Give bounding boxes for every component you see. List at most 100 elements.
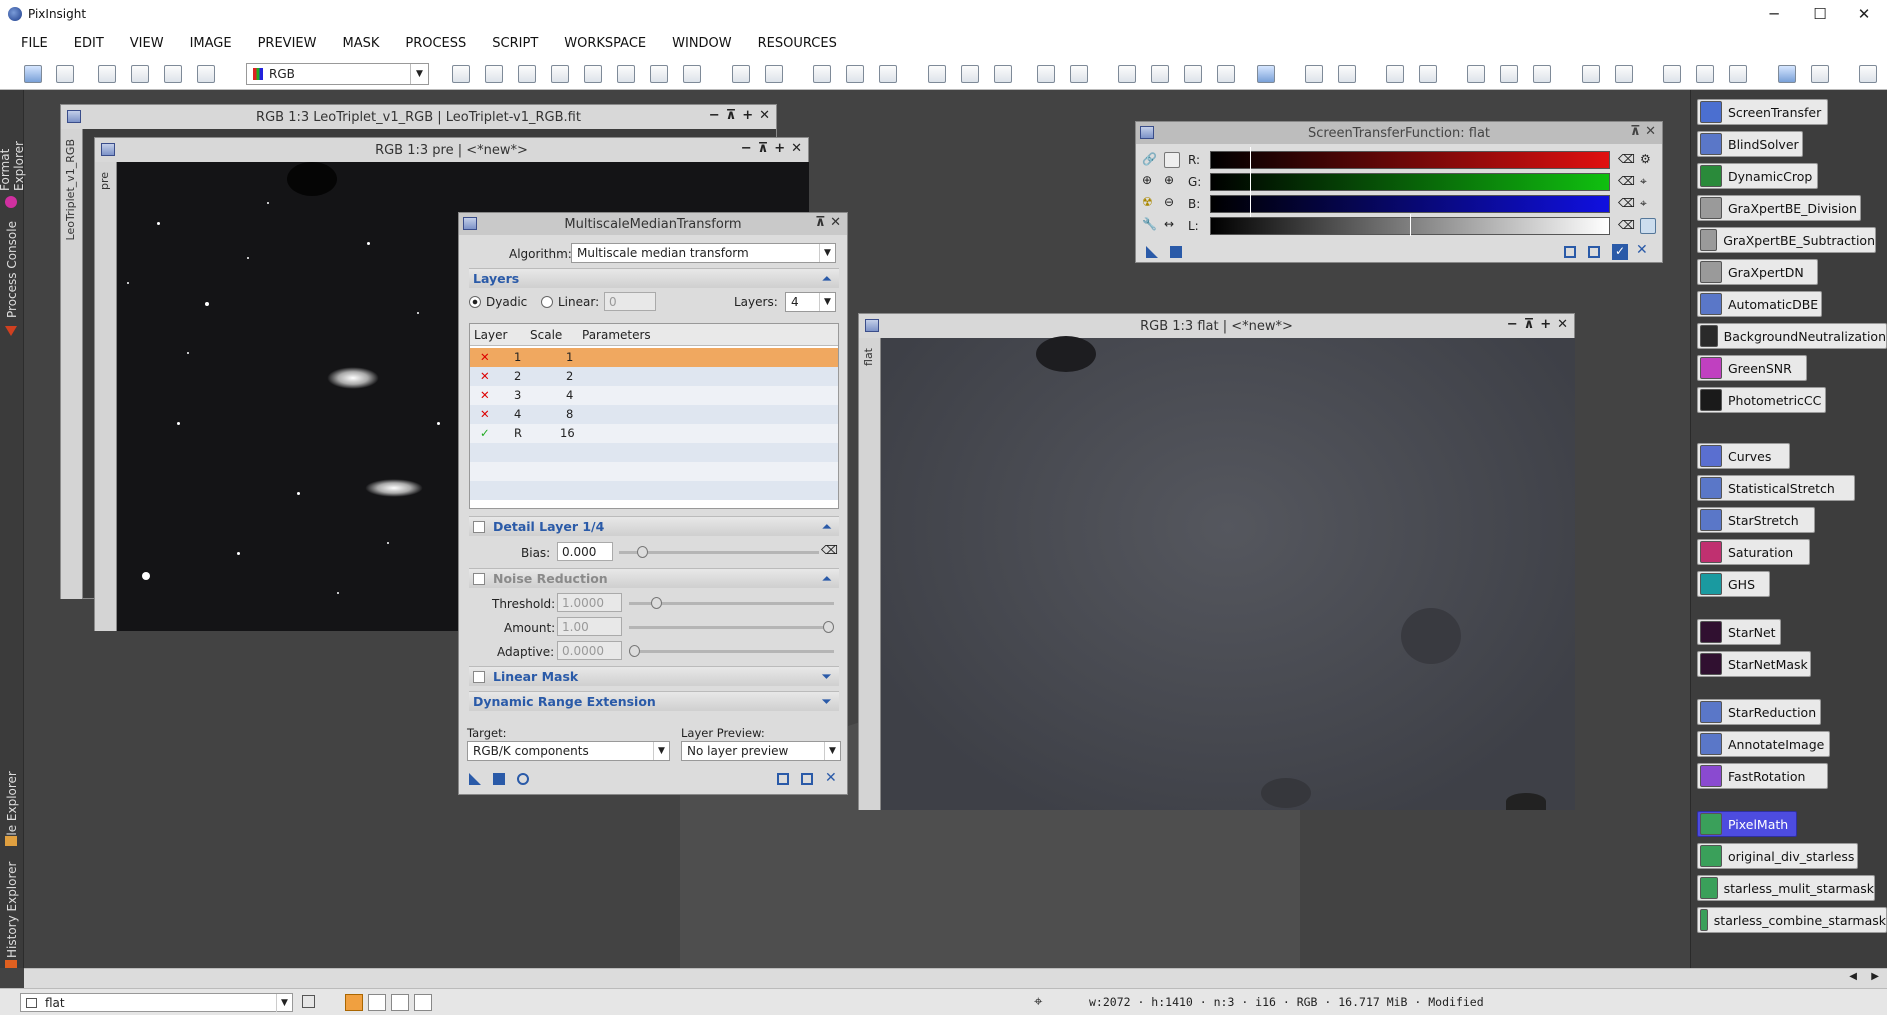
horizontal-scrollbar[interactable]: ◀ ▶ bbox=[24, 968, 1887, 988]
iconize-button[interactable]: ⊼ bbox=[1524, 317, 1535, 332]
channel-b-icon[interactable] bbox=[1533, 65, 1551, 83]
process-icon-original-div-starless[interactable]: original_div_starless bbox=[1697, 843, 1858, 869]
bias-slider[interactable] bbox=[619, 546, 819, 558]
layer-disabled-icon[interactable]: ✕ bbox=[480, 388, 490, 402]
apply-icon[interactable] bbox=[493, 773, 505, 785]
reset-r-icon[interactable]: ⌫ bbox=[1618, 152, 1635, 168]
center-mode-icon[interactable] bbox=[584, 65, 602, 83]
process-icon-dynamiccrop[interactable]: DynamicCrop bbox=[1697, 163, 1818, 189]
stf-title-bar[interactable]: ScreenTransferFunction: flat ⊼ ✕ bbox=[1136, 122, 1662, 144]
process-icon-fastrotation[interactable]: FastRotation bbox=[1697, 763, 1828, 789]
menu-workspace[interactable]: WORKSPACE bbox=[551, 36, 659, 51]
horizontal-arrows-icon[interactable]: ↔ bbox=[1164, 217, 1180, 233]
detail-layer-checkbox[interactable] bbox=[473, 520, 485, 533]
tab-process-console[interactable]: Process Console bbox=[2, 220, 22, 320]
process-icon-screentransfer[interactable]: ScreenTransfer bbox=[1697, 99, 1828, 125]
process-icon-graxpertbe-division[interactable]: GraXpertBE_Division bbox=[1697, 195, 1861, 221]
mask-enable-icon[interactable] bbox=[1151, 65, 1169, 83]
process-icon-pixelmath[interactable]: PixelMath bbox=[1697, 811, 1797, 837]
adaptive-slider[interactable] bbox=[629, 645, 834, 657]
close-button[interactable]: ✕ bbox=[1841, 0, 1887, 28]
process-icon-graxpertbe-subtraction[interactable]: GraXpertBE_Subtraction bbox=[1697, 227, 1876, 253]
process-icon-graxpertdn[interactable]: GraXpertDN bbox=[1697, 259, 1818, 285]
crosshair-alt-icon[interactable]: ⌖ bbox=[1640, 196, 1656, 212]
image-refresh-icon[interactable] bbox=[131, 65, 149, 83]
link-channels-icon[interactable]: 🔗 bbox=[1142, 152, 1158, 168]
zoom-1-1-icon[interactable] bbox=[813, 65, 831, 83]
close-button[interactable]: ✕ bbox=[759, 108, 770, 123]
scroll-right-icon[interactable]: ▶ bbox=[1871, 971, 1879, 982]
slider-handle[interactable] bbox=[629, 645, 640, 657]
stf-slider-r[interactable] bbox=[1210, 151, 1610, 169]
iconize-button[interactable]: ⊼ bbox=[815, 215, 826, 230]
window-title-bar[interactable]: RGB 1:3 LeoTriplet_v1_RGB | LeoTriplet-v… bbox=[61, 105, 776, 129]
workspace-3-icon[interactable] bbox=[1859, 65, 1877, 83]
process-icon-blindsolver[interactable]: BlindSolver bbox=[1697, 131, 1803, 157]
zoom-in-icon[interactable]: ⊕ bbox=[1142, 173, 1158, 189]
duplicate-icon[interactable] bbox=[98, 65, 116, 83]
stf-linked-icon[interactable] bbox=[1338, 65, 1356, 83]
table-row[interactable]: ✕ 1 1 bbox=[470, 348, 838, 367]
zoom-frame-icon[interactable] bbox=[414, 994, 432, 1011]
image-window-flat[interactable]: RGB 1:3 flat | <*new*> − ⊼ + ✕ flat bbox=[858, 313, 1575, 810]
new-preview-icon[interactable] bbox=[617, 65, 635, 83]
menu-script[interactable]: SCRIPT bbox=[479, 36, 551, 51]
close-button[interactable]: ✕ bbox=[1645, 124, 1656, 139]
slider-handle[interactable] bbox=[823, 621, 834, 633]
adaptive-input[interactable]: 0.0000 bbox=[557, 641, 622, 660]
mask-remove-icon[interactable] bbox=[1217, 65, 1235, 83]
apply-icon[interactable] bbox=[1170, 246, 1182, 258]
script-editor-icon[interactable] bbox=[1615, 65, 1633, 83]
redo-icon[interactable] bbox=[56, 65, 74, 83]
menu-mask[interactable]: MASK bbox=[329, 36, 392, 51]
process-icon-starstretch[interactable]: StarStretch bbox=[1697, 507, 1815, 533]
table-row[interactable]: ✕ 4 8 bbox=[470, 405, 838, 424]
real-time-preview-icon[interactable] bbox=[777, 773, 789, 785]
table-row[interactable]: ✕ 2 2 bbox=[470, 367, 838, 386]
pan-mode-icon[interactable] bbox=[551, 65, 569, 83]
full-screen-icon[interactable] bbox=[1070, 65, 1088, 83]
process-icon-curves[interactable]: Curves bbox=[1697, 443, 1790, 469]
zoom-to-fit-icon[interactable] bbox=[485, 65, 503, 83]
stf-24bit-icon[interactable] bbox=[1419, 65, 1437, 83]
channel-r-icon[interactable] bbox=[1467, 65, 1485, 83]
maximize-button[interactable]: + bbox=[1540, 317, 1551, 332]
zoom-2-1-icon[interactable] bbox=[846, 65, 864, 83]
auto-stretch-icon[interactable]: ☢ bbox=[1142, 195, 1158, 211]
history-explorer-icon[interactable] bbox=[1729, 65, 1747, 83]
noise-reduction-section-header[interactable]: Noise Reduction ⏶ bbox=[469, 568, 839, 588]
layer-enabled-icon[interactable]: ✓ bbox=[480, 426, 490, 440]
color-channels-icon[interactable] bbox=[164, 65, 182, 83]
menu-process[interactable]: PROCESS bbox=[392, 36, 479, 51]
linear-radio[interactable] bbox=[541, 296, 553, 308]
process-icon-ghs[interactable]: GHS bbox=[1697, 571, 1770, 597]
table-row[interactable]: ✕ 3 4 bbox=[470, 386, 838, 405]
window-title-bar[interactable]: RGB 1:3 flat | <*new*> − ⊼ + ✕ bbox=[859, 314, 1574, 338]
linear-mask-checkbox[interactable] bbox=[473, 670, 485, 683]
process-icon-automaticdbe[interactable]: AutomaticDBE bbox=[1697, 291, 1822, 317]
apply-global-icon[interactable] bbox=[517, 773, 529, 785]
process-icon-backgroundneutralization[interactable]: BackgroundNeutralization bbox=[1697, 323, 1887, 349]
l-midtones-marker[interactable] bbox=[1410, 214, 1411, 236]
layer-disabled-icon[interactable]: ✕ bbox=[480, 369, 490, 383]
stf-toggle-icon[interactable] bbox=[1257, 65, 1275, 83]
window-title-bar[interactable]: RGB 1:3 pre | <*new*> − ⊼ + ✕ bbox=[95, 138, 808, 162]
new-instance-icon[interactable] bbox=[1146, 246, 1158, 258]
edit-preview-icon[interactable] bbox=[650, 65, 668, 83]
mmt-title-bar[interactable]: MultiscaleMedianTransform ⊼ ✕ bbox=[459, 213, 847, 235]
iconize-button[interactable]: ⊼ bbox=[726, 108, 737, 123]
preview-zoom-icon[interactable] bbox=[961, 65, 979, 83]
flat-frame-image[interactable] bbox=[881, 336, 1575, 810]
menu-window[interactable]: WINDOW bbox=[659, 36, 745, 51]
reset-b-icon[interactable]: ⌫ bbox=[1618, 196, 1635, 212]
close-button[interactable]: ✕ bbox=[830, 215, 841, 230]
browse-docs-icon[interactable] bbox=[1588, 246, 1600, 258]
menu-edit[interactable]: EDIT bbox=[61, 36, 117, 51]
mask-show-icon[interactable] bbox=[1118, 65, 1136, 83]
close-button[interactable]: ✕ bbox=[1557, 317, 1568, 332]
detail-layer-section-header[interactable]: Detail Layer 1/4 ⏶ bbox=[469, 516, 839, 536]
process-icon-starreduction[interactable]: StarReduction bbox=[1697, 699, 1821, 725]
color-space-select[interactable]: RGB ▼ bbox=[246, 63, 429, 85]
reset-all-icon[interactable]: ✕ bbox=[825, 770, 837, 786]
real-time-preview-icon[interactable] bbox=[1564, 246, 1576, 258]
